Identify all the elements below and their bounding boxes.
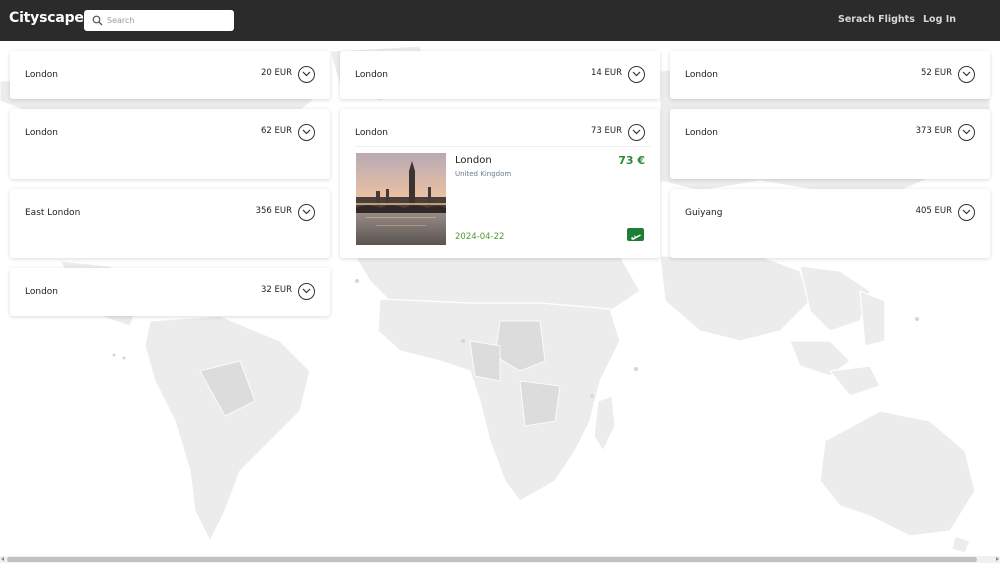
scroll-right-arrow-icon[interactable] (996, 557, 999, 561)
detail-country: United Kingdom (455, 170, 512, 178)
card-price: 20 EUR (260, 68, 292, 78)
flight-detail-panel: London United Kingdom 73 € 2024-04-22 (355, 146, 651, 245)
city-photo (356, 153, 446, 245)
detail-price: 73 € (618, 154, 645, 167)
card-city: London (685, 70, 718, 80)
expand-chevron-icon[interactable] (958, 66, 975, 83)
flight-card[interactable]: London 14 EUR (340, 51, 660, 99)
card-price: 73 EUR (590, 126, 622, 136)
card-price: 62 EUR (260, 126, 292, 136)
card-price: 356 EUR (255, 206, 292, 216)
card-city: London (25, 70, 58, 80)
expand-chevron-icon[interactable] (298, 204, 315, 221)
expand-chevron-icon[interactable] (298, 66, 315, 83)
scroll-left-arrow-icon[interactable] (1, 557, 4, 561)
flight-card[interactable]: London 20 EUR (10, 51, 330, 99)
card-city: London (685, 128, 718, 138)
card-price: 373 EUR (915, 126, 952, 136)
card-price: 32 EUR (260, 285, 292, 295)
detail-date: 2024-04-22 (455, 232, 505, 242)
search-input[interactable] (107, 10, 227, 31)
flight-card[interactable]: East London 356 EUR (10, 189, 330, 258)
card-city: London (355, 128, 388, 138)
login-link[interactable]: Log In (923, 14, 956, 25)
brand-logo[interactable]: Cityscapes (9, 10, 92, 26)
expand-chevron-icon[interactable] (298, 283, 315, 300)
expand-chevron-icon[interactable] (298, 124, 315, 141)
flight-card[interactable]: London 32 EUR (10, 268, 330, 316)
flight-card[interactable]: London 62 EUR (10, 109, 330, 179)
expand-chevron-icon[interactable] (958, 204, 975, 221)
card-price: 14 EUR (590, 68, 622, 78)
search-box[interactable] (84, 10, 234, 31)
horizontal-scrollbar[interactable] (0, 556, 1000, 563)
detail-city: London (455, 155, 492, 166)
card-price: 52 EUR (920, 68, 952, 78)
flight-card[interactable]: Guiyang 405 EUR (670, 189, 990, 258)
card-city: East London (25, 208, 81, 218)
plane-ticket-icon[interactable] (627, 228, 644, 241)
scrollbar-thumb[interactable] (7, 557, 977, 562)
search-flights-link[interactable]: Serach Flights (838, 14, 915, 25)
top-navbar: Cityscapes Serach Flights Log In (0, 0, 1000, 41)
flight-card[interactable]: London 52 EUR (670, 51, 990, 99)
card-city: London (355, 70, 388, 80)
expand-chevron-icon[interactable] (958, 124, 975, 141)
flight-card[interactable]: London 373 EUR (670, 109, 990, 179)
search-icon (92, 15, 103, 26)
card-city: Guiyang (685, 208, 723, 218)
card-price: 405 EUR (915, 206, 952, 216)
card-city: London (25, 287, 58, 297)
card-city: London (25, 128, 58, 138)
expand-chevron-icon[interactable] (628, 66, 645, 83)
flight-card-expanded[interactable]: London 73 EUR London United Kingdom 73 €… (340, 109, 660, 258)
collapse-chevron-icon[interactable] (628, 124, 645, 141)
